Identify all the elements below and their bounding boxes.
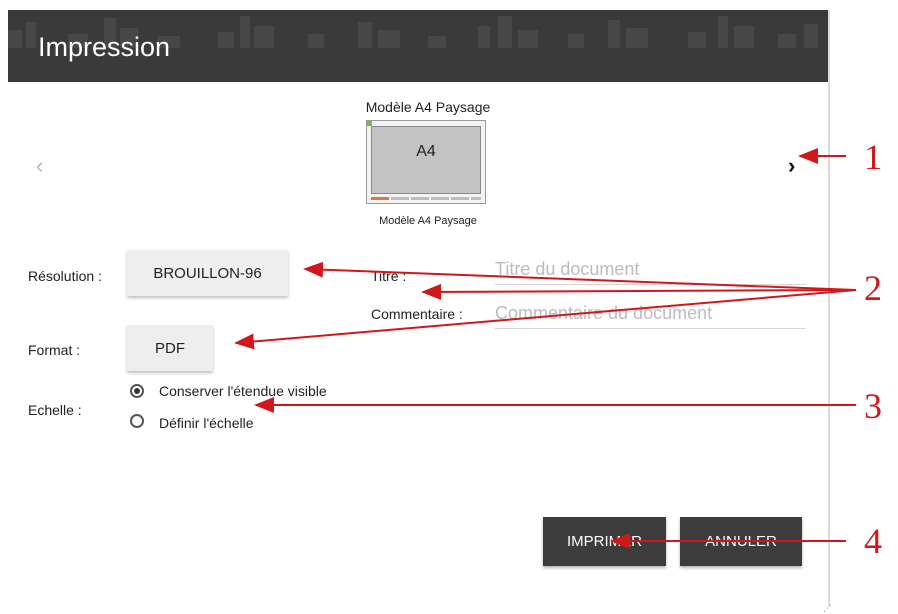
format-label: Format : bbox=[28, 342, 81, 358]
next-template-icon[interactable]: › bbox=[788, 154, 795, 178]
print-button[interactable]: IMPRIMER bbox=[543, 517, 666, 566]
scale-label: Echelle : bbox=[28, 402, 82, 418]
comment-input[interactable] bbox=[495, 298, 806, 329]
template-name: Modèle A4 Paysage bbox=[365, 99, 491, 115]
set-scale-radio[interactable] bbox=[130, 414, 144, 428]
keep-extent-radio[interactable] bbox=[130, 384, 144, 398]
thumbnail-page: A4 bbox=[371, 126, 481, 194]
callout-number-1: 1 bbox=[864, 137, 882, 177]
thumbnail-label: A4 bbox=[416, 143, 436, 160]
resize-grip-icon[interactable]: ⋰ bbox=[823, 603, 833, 613]
template-thumbnail[interactable]: A4 bbox=[366, 120, 486, 204]
title-label: Titre : bbox=[371, 268, 407, 284]
thumbnail-footer-bar bbox=[371, 197, 481, 200]
dialog-header: Impression bbox=[8, 10, 828, 82]
previous-template-icon[interactable]: ‹ bbox=[36, 154, 43, 178]
set-scale-label[interactable]: Définir l'échelle bbox=[159, 415, 254, 431]
callout-number-3: 3 bbox=[864, 386, 882, 426]
callout-number-4: 4 bbox=[864, 521, 882, 561]
callout-number-2: 2 bbox=[864, 268, 882, 308]
print-dialog: Impression Modèle A4 Paysage A4 Modèle A… bbox=[8, 10, 832, 613]
dialog-title: Impression bbox=[38, 32, 171, 62]
resolution-button[interactable]: BROUILLON-96 bbox=[127, 250, 288, 296]
format-button[interactable]: PDF bbox=[127, 325, 213, 371]
title-input[interactable] bbox=[495, 254, 806, 285]
cancel-button[interactable]: ANNULER bbox=[680, 517, 802, 566]
template-caption: Modèle A4 Paysage bbox=[379, 215, 477, 227]
resolution-label: Résolution : bbox=[28, 268, 102, 284]
keep-extent-label[interactable]: Conserver l'étendue visible bbox=[159, 383, 327, 399]
comment-label: Commentaire : bbox=[371, 306, 463, 322]
